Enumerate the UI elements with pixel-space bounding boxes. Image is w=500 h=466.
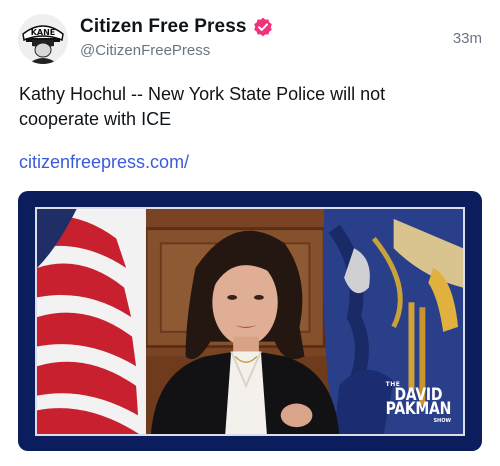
post-card[interactable]: KANE Citizen Free Press @CitizenFreePres… (0, 0, 500, 466)
author-handle[interactable]: @CitizenFreePress (80, 42, 210, 59)
avatar-image: KANE (18, 14, 68, 64)
watermark-logo: THE DAVID PAKMAN SHOW (385, 382, 452, 424)
post-timestamp[interactable]: 33m (453, 30, 482, 47)
video-thumbnail[interactable]: THE DAVID PAKMAN SHOW (18, 191, 482, 451)
watermark-line2: PAKMAN (385, 399, 452, 419)
post-link[interactable]: citizenfreepress.com/ (19, 150, 189, 175)
post-body-text: Kathy Hochul -- New York State Police wi… (19, 84, 386, 129)
video-frame: THE DAVID PAKMAN SHOW (35, 207, 465, 436)
watermark-show: SHOW (433, 418, 451, 424)
avatar-kane-text: KANE (31, 28, 56, 37)
verified-badge-icon (253, 17, 273, 37)
author-name[interactable]: Citizen Free Press (80, 16, 247, 38)
author-avatar[interactable]: KANE (18, 14, 68, 64)
